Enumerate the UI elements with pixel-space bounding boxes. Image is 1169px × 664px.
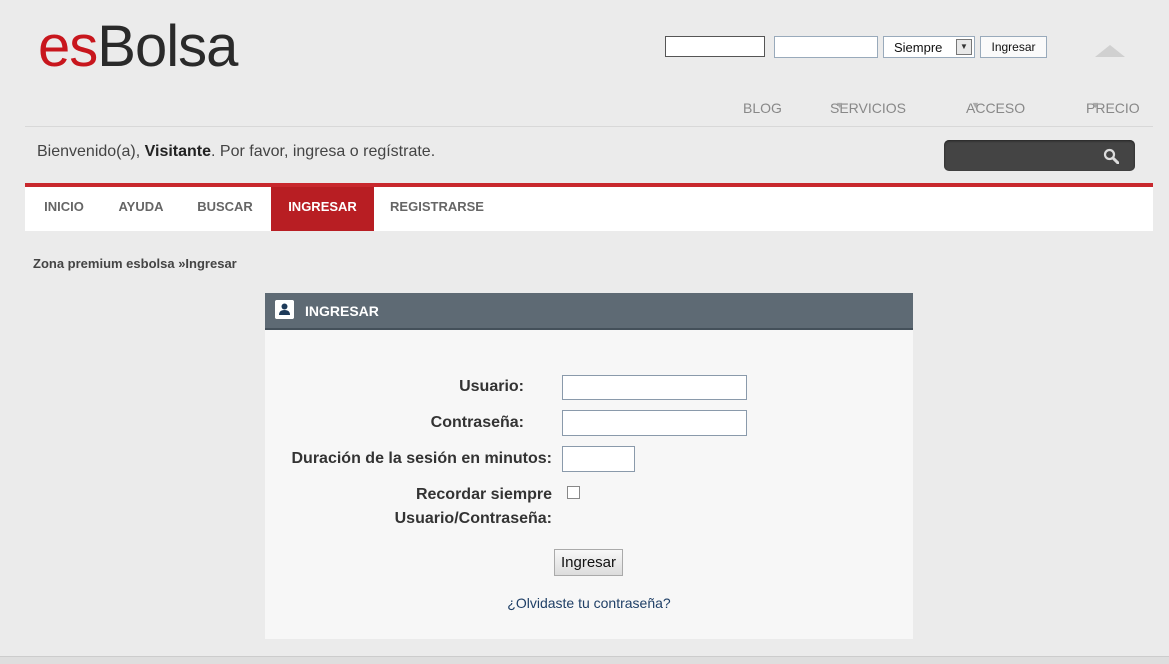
welcome-prefix: Bienvenido(a), [37,143,145,160]
forgot-password-link[interactable]: ¿Olvidaste tu contraseña? [265,595,913,611]
login-panel-title: INGRESAR [305,303,379,319]
caret-down-icon: ▼ [1091,100,1100,110]
caret-down-icon: ▼ [835,100,844,110]
tab-buscar[interactable]: BUSCAR [179,187,271,231]
top-nav: BLOG SERVICIOS ▼ ACCESO ▼ PRECIO ▼ [0,100,1169,120]
logo-text-bolsa: Bolsa [97,14,238,79]
welcome-username: Visitante [144,143,212,160]
tab-inicio[interactable]: INICIO [25,187,103,231]
quick-login-button[interactable]: Ingresar [980,36,1047,58]
top-nav-blog-label: BLOG [743,100,782,116]
search-input[interactable] [944,140,1135,171]
username-label: Usuario: [459,378,524,395]
main-tabs: INICIO AYUDA BUSCAR INGRESAR REGISTRARSE [25,183,1153,231]
tab-registrarse[interactable]: REGISTRARSE [374,187,500,231]
password-label: Contraseña: [430,414,524,431]
session-duration-select[interactable]: Siempre ▼ [883,36,975,58]
login-panel-header: INGRESAR [265,293,913,330]
breadcrumb[interactable]: Zona premium esbolsa »Ingresar [33,256,237,271]
welcome-suffix: . Por favor, ingresa o regístrate. [211,143,436,160]
logo-text-es: es [38,14,98,79]
collapse-header-icon[interactable] [1095,45,1125,57]
login-submit-button[interactable]: Ingresar [554,549,623,576]
remember-label-line2: Usuario/Contraseña: [394,510,552,527]
user-icon [275,300,294,319]
dropdown-arrow-icon[interactable]: ▼ [956,39,972,55]
search-icon[interactable] [1103,148,1119,164]
remember-checkbox[interactable] [567,486,580,499]
tab-ingresar[interactable]: INGRESAR [271,187,374,231]
caret-down-icon: ▼ [971,100,980,110]
welcome-message: Bienvenido(a), Visitante. Por favor, ing… [37,143,435,161]
quick-login-username-input[interactable] [665,36,765,57]
login-panel: INGRESAR Usuario: Contraseña: Duración d… [265,293,913,639]
password-input[interactable] [562,410,747,436]
username-input[interactable] [562,375,747,400]
remember-label-line1: Recordar siempre [415,486,552,503]
session-duration-label: Duración de la sesión en minutos: [291,450,553,467]
session-duration-value: Siempre [894,40,943,55]
site-logo[interactable]: esBolsa [38,14,238,80]
quick-login-password-input[interactable] [774,36,878,58]
header-divider [25,126,1153,127]
tab-ayuda[interactable]: AYUDA [103,187,179,231]
session-duration-input[interactable] [562,446,635,472]
